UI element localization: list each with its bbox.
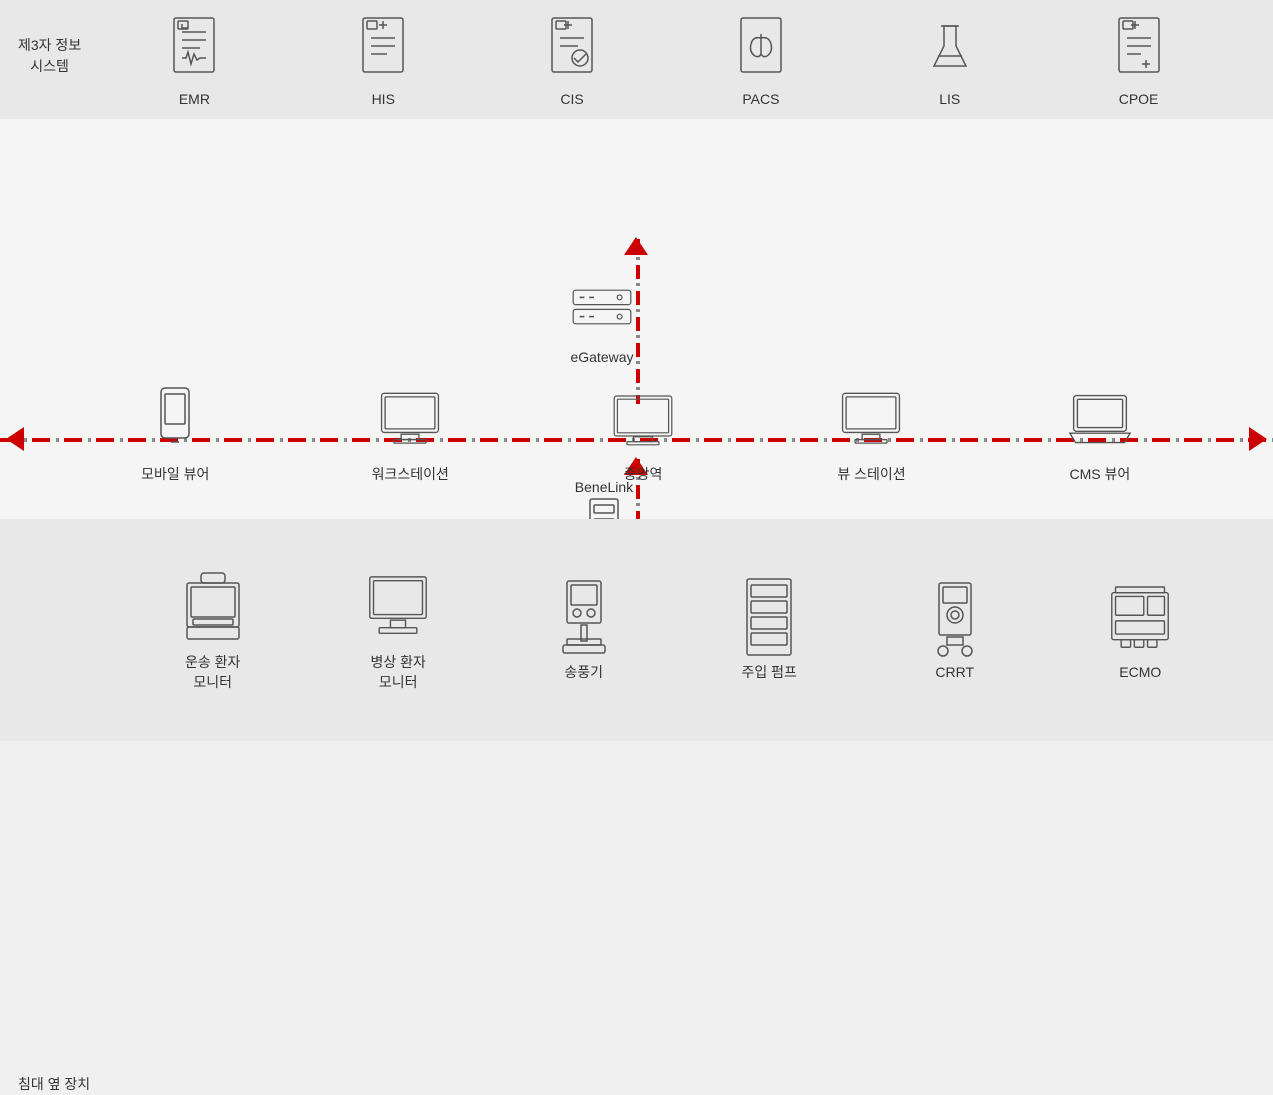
ecmo-icon: [1108, 580, 1172, 658]
pacs-icon: [729, 13, 793, 85]
ventilator-icon: [552, 578, 616, 656]
v-line-top: [636, 239, 640, 404]
device-lis: LIS: [918, 13, 982, 107]
mobile-label: 모바일 뷰어: [141, 464, 209, 484]
infusion-pump-label: 주입 펌프: [742, 662, 797, 682]
bottom-band: 침대 옆 장치 운송 환자 모니터: [0, 519, 1273, 741]
cis-icon: [540, 13, 604, 85]
workstation-label: 워크스테이션: [372, 464, 449, 484]
transport-monitor-icon: [181, 568, 245, 646]
emr-label: EMR: [179, 91, 210, 107]
egateway-label: eGateway: [570, 349, 633, 365]
device-infusion-pump: 주입 펌프: [737, 578, 801, 682]
device-egateway: eGateway: [570, 271, 634, 365]
device-crrt: CRRT: [923, 580, 987, 680]
cms-label: CMS 뷰어: [1069, 464, 1130, 484]
crrt-icon: [923, 580, 987, 658]
viewstation-label: 뷰 스테이션: [837, 464, 905, 484]
device-bedside-monitor: 병상 환자 모니터: [366, 568, 430, 692]
top-section-label: 제3자 정보 시스템: [18, 35, 81, 77]
central-icon: [611, 384, 675, 456]
emr-icon: [162, 13, 226, 85]
top-band: 제3자 정보 시스템 EMR: [0, 0, 1273, 119]
his-icon: [351, 13, 415, 85]
pacs-label: PACS: [742, 91, 779, 107]
cpoe-icon: [1107, 13, 1171, 85]
bedside-monitor-label: 병상 환자 모니터: [371, 652, 426, 692]
mobile-icon: [143, 384, 207, 456]
device-central: 중앙역: [611, 384, 675, 484]
viewstation-icon: [839, 384, 903, 456]
device-ecmo: ECMO: [1108, 580, 1172, 680]
his-label: HIS: [372, 91, 395, 107]
bedside-monitor-icon: [366, 568, 430, 646]
lis-icon: [918, 13, 982, 85]
ecmo-label: ECMO: [1119, 664, 1161, 680]
transport-monitor-label: 운송 환자 모니터: [185, 652, 240, 692]
workstation-icon: [378, 384, 442, 456]
arrow-up-top: [624, 237, 648, 255]
crrt-label: CRRT: [935, 664, 974, 680]
device-his: HIS: [351, 13, 415, 107]
egateway-icon: [570, 271, 634, 343]
device-pacs: PACS: [729, 13, 793, 107]
top-devices-container: EMR HIS: [0, 13, 1273, 107]
cis-label: CIS: [560, 91, 583, 107]
device-ventilator: 송풍기: [552, 578, 616, 682]
device-transport-monitor: 운송 환자 모니터: [181, 568, 245, 692]
device-emr: EMR: [162, 13, 226, 107]
ventilator-label: 송풍기: [564, 662, 603, 682]
central-label: 중앙역: [624, 464, 663, 484]
device-workstation: 워크스테이션: [372, 384, 449, 484]
device-cpoe: CPOE: [1107, 13, 1171, 107]
middle-band: eGateway BeneLink: [0, 119, 1273, 519]
cpoe-label: CPOE: [1119, 91, 1159, 107]
cms-icon: [1068, 384, 1132, 456]
device-cis: CIS: [540, 13, 604, 107]
lis-label: LIS: [939, 91, 960, 107]
infusion-pump-icon: [737, 578, 801, 656]
bottom-devices-container: 운송 환자 모니터 병상 환자 모니터: [0, 568, 1273, 692]
middle-devices-container: 모바일 뷰어 워크스테이션: [0, 384, 1273, 484]
device-viewstation: 뷰 스테이션: [837, 384, 905, 484]
bottom-section-label: 침대 옆 장치: [18, 1074, 90, 1095]
device-cms: CMS 뷰어: [1068, 384, 1132, 484]
device-mobile: 모바일 뷰어: [141, 384, 209, 484]
